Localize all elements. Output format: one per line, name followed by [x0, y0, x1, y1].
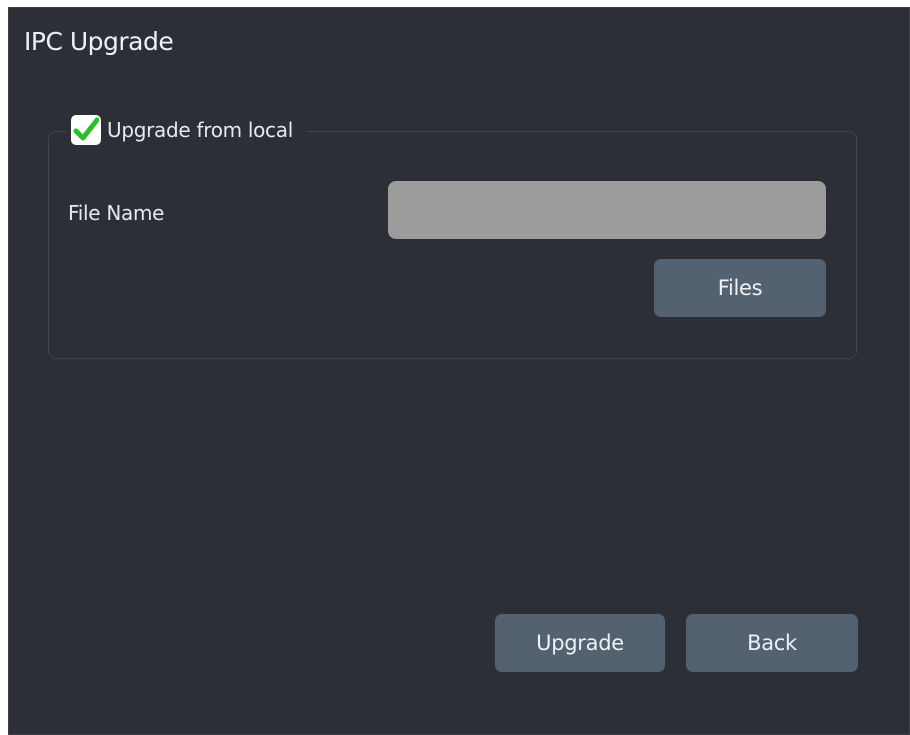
file-name-label: File Name [68, 201, 165, 225]
dialog-title: IPC Upgrade [24, 27, 174, 56]
back-button[interactable]: Back [686, 614, 858, 672]
ipc-upgrade-dialog: IPC Upgrade Upgrade from local File Name… [8, 7, 910, 735]
file-name-field[interactable] [388, 181, 826, 239]
upgrade-from-local-group: Upgrade from local [48, 112, 857, 359]
group-legend: Upgrade from local [67, 112, 307, 148]
files-button[interactable]: Files [654, 259, 826, 317]
check-icon [73, 117, 99, 141]
upgrade-from-local-checkbox[interactable] [71, 115, 101, 145]
upgrade-button[interactable]: Upgrade [495, 614, 665, 672]
upgrade-from-local-label[interactable]: Upgrade from local [107, 118, 293, 142]
